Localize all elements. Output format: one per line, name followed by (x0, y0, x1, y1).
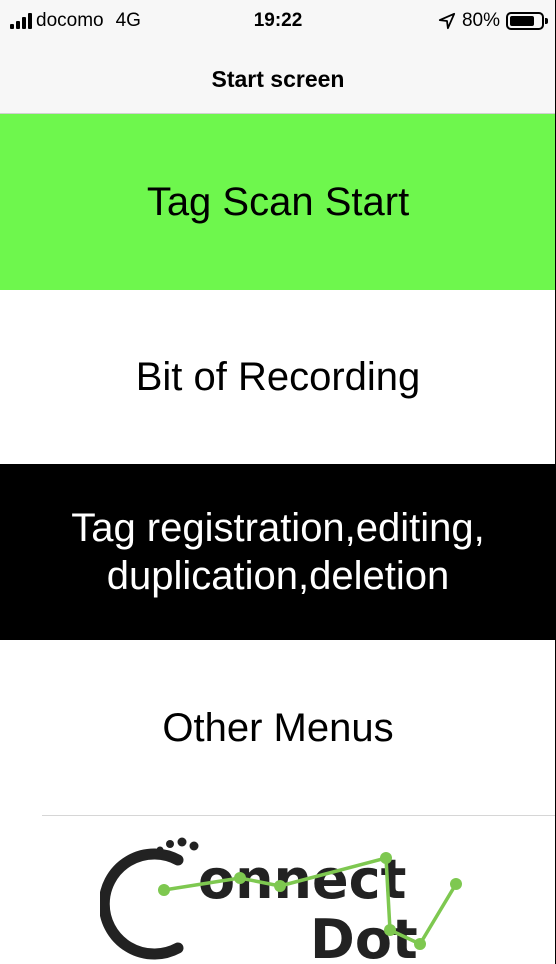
status-right: 80% (438, 10, 548, 32)
tag-scan-start-label: Tag Scan Start (146, 180, 410, 224)
tag-registration-button[interactable]: Tag registration,editing, duplication,de… (0, 464, 555, 640)
status-bar: docomo 4G 19:22 80% (0, 0, 555, 44)
battery-percent: 80% (461, 10, 500, 31)
other-menus-button[interactable]: Other Menus (0, 640, 555, 816)
start-screen: docomo 4G 19:22 80% Start screen Tag Sca… (0, 0, 556, 964)
logo-c-arc (100, 848, 184, 960)
tag-scan-start-button[interactable]: Tag Scan Start (0, 114, 555, 290)
battery-tip (545, 18, 548, 24)
location-arrow-icon (438, 12, 456, 30)
bit-of-recording-label: Bit of Recording (135, 355, 421, 399)
bit-of-recording-button[interactable]: Bit of Recording (0, 290, 555, 464)
divider (42, 815, 555, 816)
tag-registration-line2: duplication,deletion (106, 554, 450, 598)
connect-dot-logo-graphic: onnect Dot (100, 837, 462, 964)
battery-icon (506, 12, 548, 30)
tag-registration-label: Tag registration,editing, duplication,de… (71, 504, 485, 600)
navigation-bar: Start screen (0, 44, 555, 114)
page-title: Start screen (211, 66, 345, 92)
tag-registration-line1: Tag registration,editing, (71, 506, 485, 550)
other-menus-label: Other Menus (162, 706, 394, 750)
battery-fill (510, 16, 534, 26)
connect-dot-logo: onnect Dot (100, 820, 480, 964)
